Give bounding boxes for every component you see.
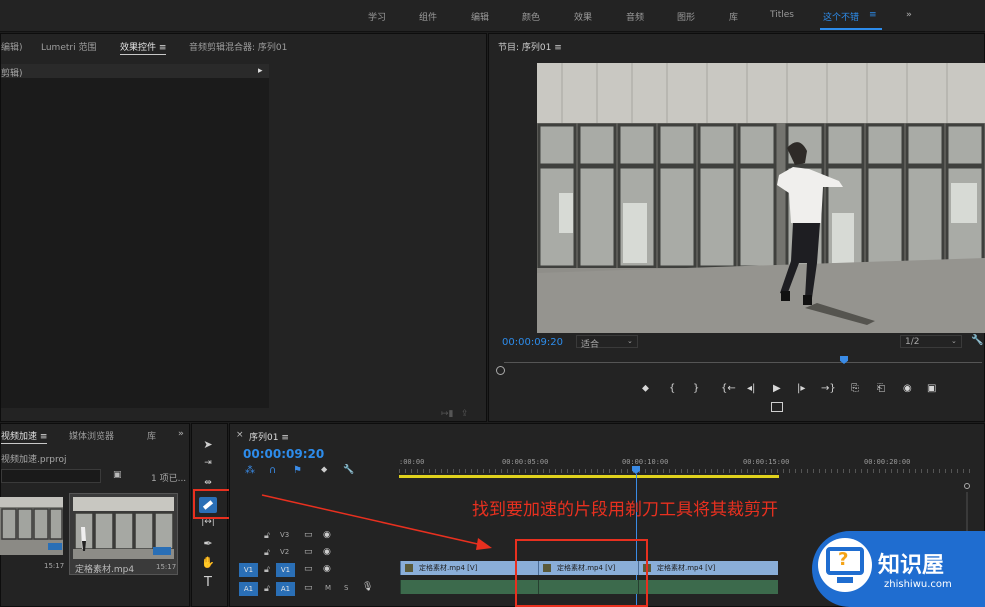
watermark-name: 知识屋 <box>878 553 945 578</box>
annotation-arrow <box>261 494 483 546</box>
watermark-logo-icon: ? <box>818 538 872 592</box>
logo-stand-shape <box>837 577 853 583</box>
annotation-arrowhead <box>476 538 492 550</box>
watermark-url: zhishiwu.com <box>884 579 952 590</box>
watermark-badge: ? 知识屋 zhishiwu.com <box>812 531 985 607</box>
logo-question-mark: ? <box>838 549 849 570</box>
annotation-text: 找到要加速的片段用剃刀工具将其裁剪开 <box>472 500 778 520</box>
cut-highlight-box <box>515 539 648 607</box>
